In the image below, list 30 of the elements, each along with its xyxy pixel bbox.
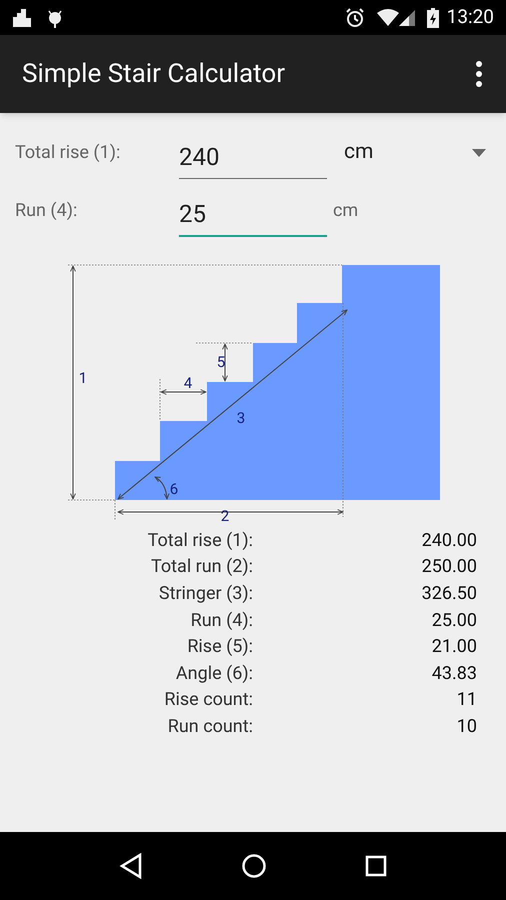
field-label: Run (4): xyxy=(14,199,78,223)
result-label: Run count: xyxy=(166,714,253,739)
dimension-label: 2 xyxy=(220,507,230,523)
dimension-label: 1 xyxy=(78,369,88,387)
app-title: Simple Stair Calculator xyxy=(22,58,286,90)
result-label: Stringer (3): xyxy=(158,582,253,606)
result-value: 240.00 xyxy=(420,528,477,553)
result-label: Rise count: xyxy=(163,688,253,712)
result-value: 10 xyxy=(456,714,477,739)
status-time: 13:20 xyxy=(446,4,494,30)
result-label: Run (4): xyxy=(190,608,253,633)
dimension-label: 4 xyxy=(184,374,192,392)
result-value: 250.00 xyxy=(420,555,477,580)
result-value: 25.00 xyxy=(430,608,477,633)
unit-label: cm xyxy=(332,199,358,223)
input-field[interactable]: 240 xyxy=(179,135,327,179)
unit-dropdown[interactable]: cm xyxy=(327,135,506,179)
dimension-label: 5 xyxy=(216,353,226,371)
result-label: Angle (6): xyxy=(174,662,253,686)
result-label: Total run (2): xyxy=(150,555,253,580)
result-value: 43.83 xyxy=(430,662,477,686)
dimension-label: 3 xyxy=(236,409,246,427)
result-value: 21.00 xyxy=(430,635,477,660)
dimension-label: 6 xyxy=(170,480,178,498)
input-field[interactable]: 25 xyxy=(179,193,327,237)
field-label: Total rise (1): xyxy=(14,141,122,165)
result-value: 326.50 xyxy=(420,582,477,606)
result-label: Rise (5): xyxy=(186,635,253,660)
result-value: 11 xyxy=(456,688,477,712)
result-label: Total rise (1): xyxy=(146,528,253,553)
